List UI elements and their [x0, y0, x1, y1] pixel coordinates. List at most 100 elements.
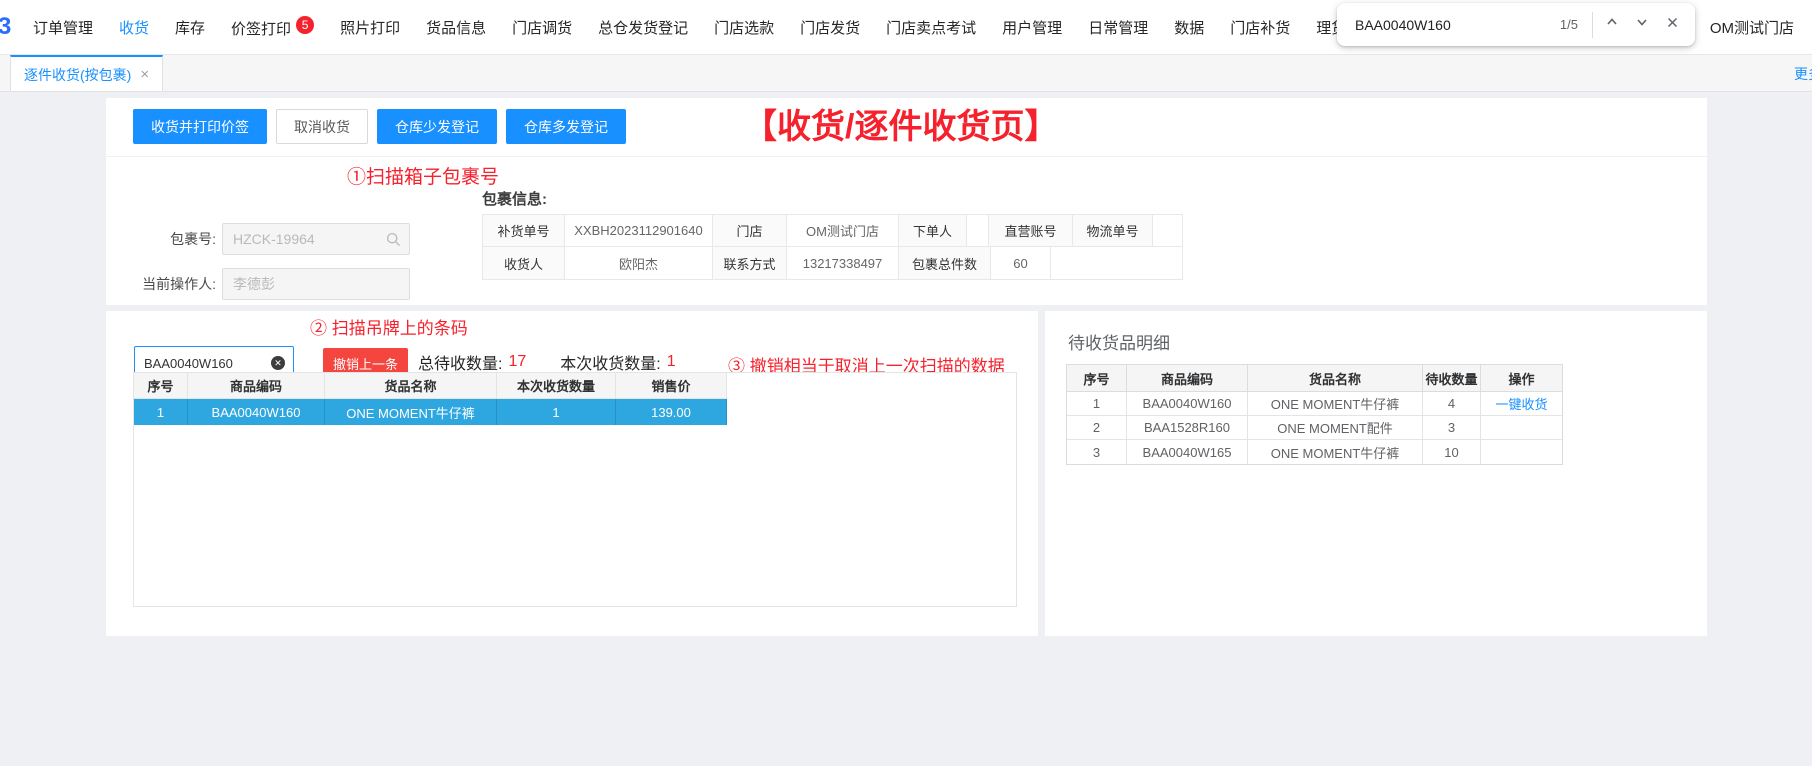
cell-action: 一键收货	[1481, 392, 1562, 415]
logistics-no-value	[1153, 215, 1182, 246]
warehouse-short-ship-button[interactable]: 仓库少发登记	[377, 109, 497, 144]
quantity-summary: 总待收数量: 17 本次收货数量: 1	[418, 350, 676, 374]
nav-item-store-transfer[interactable]: 门店调货	[499, 17, 585, 38]
nav-menu: 订单管理 收货 库存 价签打印5 照片打印 货品信息 门店调货 总仓发货登记 门…	[20, 16, 1389, 39]
nav-item-user-management[interactable]: 用户管理	[989, 17, 1075, 38]
pending-total-label: 总待收数量:	[418, 350, 502, 374]
pending-total-value: 17	[508, 353, 526, 371]
pending-items-header-row: 序号 商品编码 货品名称 待收数量 操作	[1067, 365, 1562, 392]
cell-action	[1481, 440, 1562, 464]
close-icon	[1666, 16, 1679, 34]
nav-item-store-selection[interactable]: 门店选款	[701, 17, 787, 38]
find-in-page-bar: BAA0040W160 1/5	[1337, 3, 1695, 46]
col-header-qty: 本次收货数量	[497, 373, 616, 398]
col-header-price: 销售价	[616, 373, 727, 398]
cell-name: ONE MOMENT牛仔裤	[1248, 440, 1423, 464]
nav-item-daily-management[interactable]: 日常管理	[1075, 17, 1161, 38]
find-match-count: 1/5	[1560, 17, 1592, 32]
operator-input[interactable]	[222, 268, 410, 300]
chevron-down-icon	[1635, 15, 1649, 34]
more-tabs-link[interactable]: 更多	[1794, 64, 1812, 84]
table-row: 2 BAA1528R160 ONE MOMENT配件 3	[1067, 416, 1562, 440]
package-no-input[interactable]	[222, 223, 410, 255]
nav-item-store-exam[interactable]: 门店卖点考试	[873, 17, 989, 38]
orderer-label: 下单人	[899, 215, 967, 246]
package-info-row-2: 收货人 欧阳杰 联系方式 13217338497 包裹总件数 60	[483, 247, 1182, 279]
col-header-pending-qty: 待收数量	[1423, 365, 1481, 391]
package-info-row-1: 补货单号 XXBH2023112901640 门店 OM测试门店 下单人 直营账…	[483, 215, 1182, 247]
package-info-title: 包裹信息:	[482, 188, 547, 209]
direct-account-label: 直营账号	[989, 215, 1073, 246]
pending-items-panel: 待收货品明细 序号 商品编码 货品名称 待收数量 操作 1 BAA0040W16…	[1045, 311, 1707, 636]
receiver-label: 收货人	[483, 247, 565, 279]
replenish-no-label: 补货单号	[483, 215, 565, 246]
annotation-step2: ② 扫描吊牌上的条码	[310, 314, 468, 339]
pending-items-table: 序号 商品编码 货品名称 待收数量 操作 1 BAA0040W160 ONE M…	[1066, 364, 1563, 465]
cell-name: ONE MOMENT配件	[1248, 416, 1423, 439]
current-qty-value: 1	[667, 353, 676, 371]
tab-close-icon[interactable]: ×	[140, 66, 149, 83]
store-label: 门店	[713, 215, 787, 246]
col-header-name: 货品名称	[1248, 365, 1423, 391]
contact-value: 13217338497	[787, 247, 899, 279]
annotation-step1: ①扫描箱子包裹号	[347, 162, 499, 189]
current-qty-label: 本次收货数量:	[560, 350, 660, 374]
cancel-receive-button[interactable]: 取消收货	[276, 109, 368, 144]
receive-header-panel: 收货并打印价签 取消收货 仓库少发登记 仓库多发登记 【收货/逐件收货页】 ①扫…	[106, 98, 1707, 305]
col-header-code: 商品编码	[1127, 365, 1248, 391]
scan-panel: ② 扫描吊牌上的条码 ✕ 撤销上一条 总待收数量: 17 本次收货数量: 1 ③…	[106, 311, 1038, 636]
nav-item-receiving[interactable]: 收货	[106, 17, 162, 38]
one-click-receive-link[interactable]: 一键收货	[1495, 394, 1547, 413]
tab-item-receiving-by-package[interactable]: 逐件收货(按包裹) ×	[10, 55, 163, 92]
contact-label: 联系方式	[713, 247, 787, 279]
find-next-button[interactable]	[1627, 10, 1657, 40]
nav-item-warehouse-ship-register[interactable]: 总仓发货登记	[585, 17, 701, 38]
nav-item-inventory[interactable]: 库存	[162, 17, 218, 38]
scanned-items-table: 序号 商品编码 货品名称 本次收货数量 销售价 1 BAA0040W160 ON…	[133, 372, 1017, 607]
find-previous-button[interactable]	[1597, 10, 1627, 40]
nav-item-order-management[interactable]: 订单管理	[20, 17, 106, 38]
nav-item-photo-print[interactable]: 照片打印	[327, 17, 413, 38]
tab-label: 逐件收货(按包裹)	[24, 65, 131, 85]
table-row-selected[interactable]: 1 BAA0040W160 ONE MOMENT牛仔裤 1 139.00	[134, 399, 727, 425]
app-logo: 3	[0, 13, 14, 41]
find-close-button[interactable]	[1657, 10, 1687, 40]
search-icon	[386, 232, 401, 252]
cell-seq: 3	[1067, 440, 1127, 464]
total-pieces-value: 60	[991, 247, 1051, 279]
cell-name: ONE MOMENT牛仔裤	[325, 399, 497, 425]
action-toolbar: 收货并打印价签 取消收货 仓库少发登记 仓库多发登记	[133, 109, 626, 144]
col-header-code: 商品编码	[188, 373, 325, 398]
nav-item-data[interactable]: 数据	[1161, 17, 1217, 38]
cell-pending-qty: 4	[1423, 392, 1481, 415]
col-header-seq: 序号	[134, 373, 188, 398]
nav-item-product-info[interactable]: 货品信息	[413, 17, 499, 38]
warehouse-over-ship-button[interactable]: 仓库多发登记	[506, 109, 626, 144]
receive-and-print-button[interactable]: 收货并打印价签	[133, 109, 267, 144]
chevron-up-icon	[1605, 15, 1619, 34]
cell-price: 139.00	[616, 399, 727, 425]
cell-seq: 1	[134, 399, 188, 425]
pending-items-title: 待收货品明细	[1068, 329, 1170, 354]
divider	[106, 156, 1707, 157]
clear-input-icon[interactable]: ✕	[271, 356, 285, 370]
nav-item-price-tag-print[interactable]: 价签打印5	[218, 16, 327, 39]
cell-seq: 2	[1067, 416, 1127, 439]
package-info-table: 补货单号 XXBH2023112901640 门店 OM测试门店 下单人 直营账…	[482, 214, 1183, 280]
orderer-value	[967, 215, 989, 246]
col-header-action: 操作	[1481, 365, 1562, 391]
package-no-label: 包裹号:	[146, 229, 216, 249]
nav-item-store-shipping[interactable]: 门店发货	[787, 17, 873, 38]
logistics-no-label: 物流单号	[1073, 215, 1153, 246]
cell-code: BAA1528R160	[1127, 416, 1248, 439]
page-title: 【收货/逐件收货页】	[743, 99, 1058, 148]
find-query-input[interactable]: BAA0040W160	[1355, 17, 1451, 33]
store-name-link[interactable]: OM测试门店	[1710, 17, 1794, 38]
cell-code: BAA0040W160	[1127, 392, 1248, 415]
tab-bar: 逐件收货(按包裹) × 更多	[0, 55, 1812, 92]
store-value: OM测试门店	[787, 215, 899, 246]
nav-item-store-replenish[interactable]: 门店补货	[1217, 17, 1303, 38]
cell-code: BAA0040W165	[1127, 440, 1248, 464]
table-row: 3 BAA0040W165 ONE MOMENT牛仔裤 10	[1067, 440, 1562, 464]
operator-label: 当前操作人:	[131, 274, 216, 294]
